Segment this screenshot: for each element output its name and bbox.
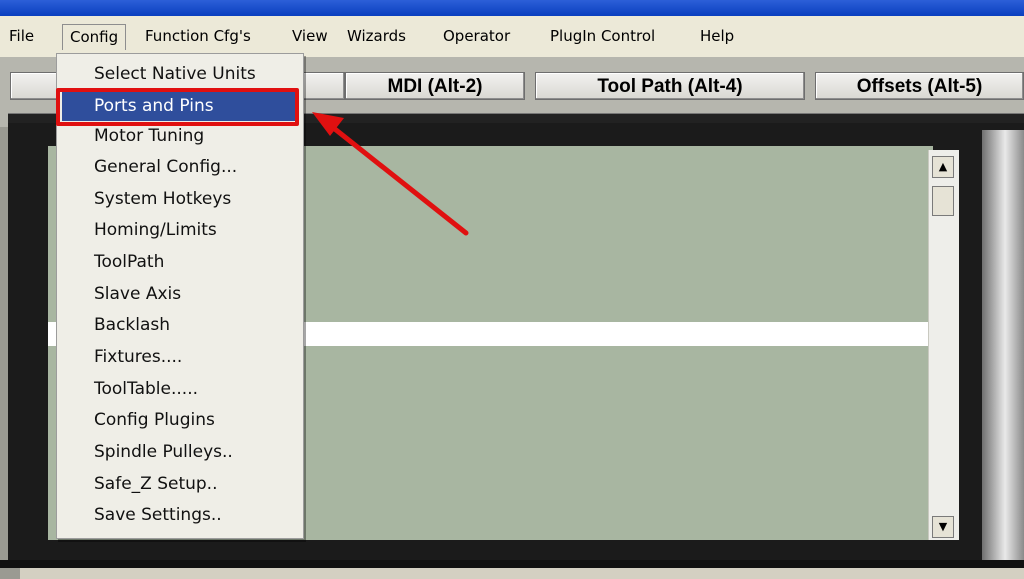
annotation-arrow-icon (312, 112, 469, 236)
